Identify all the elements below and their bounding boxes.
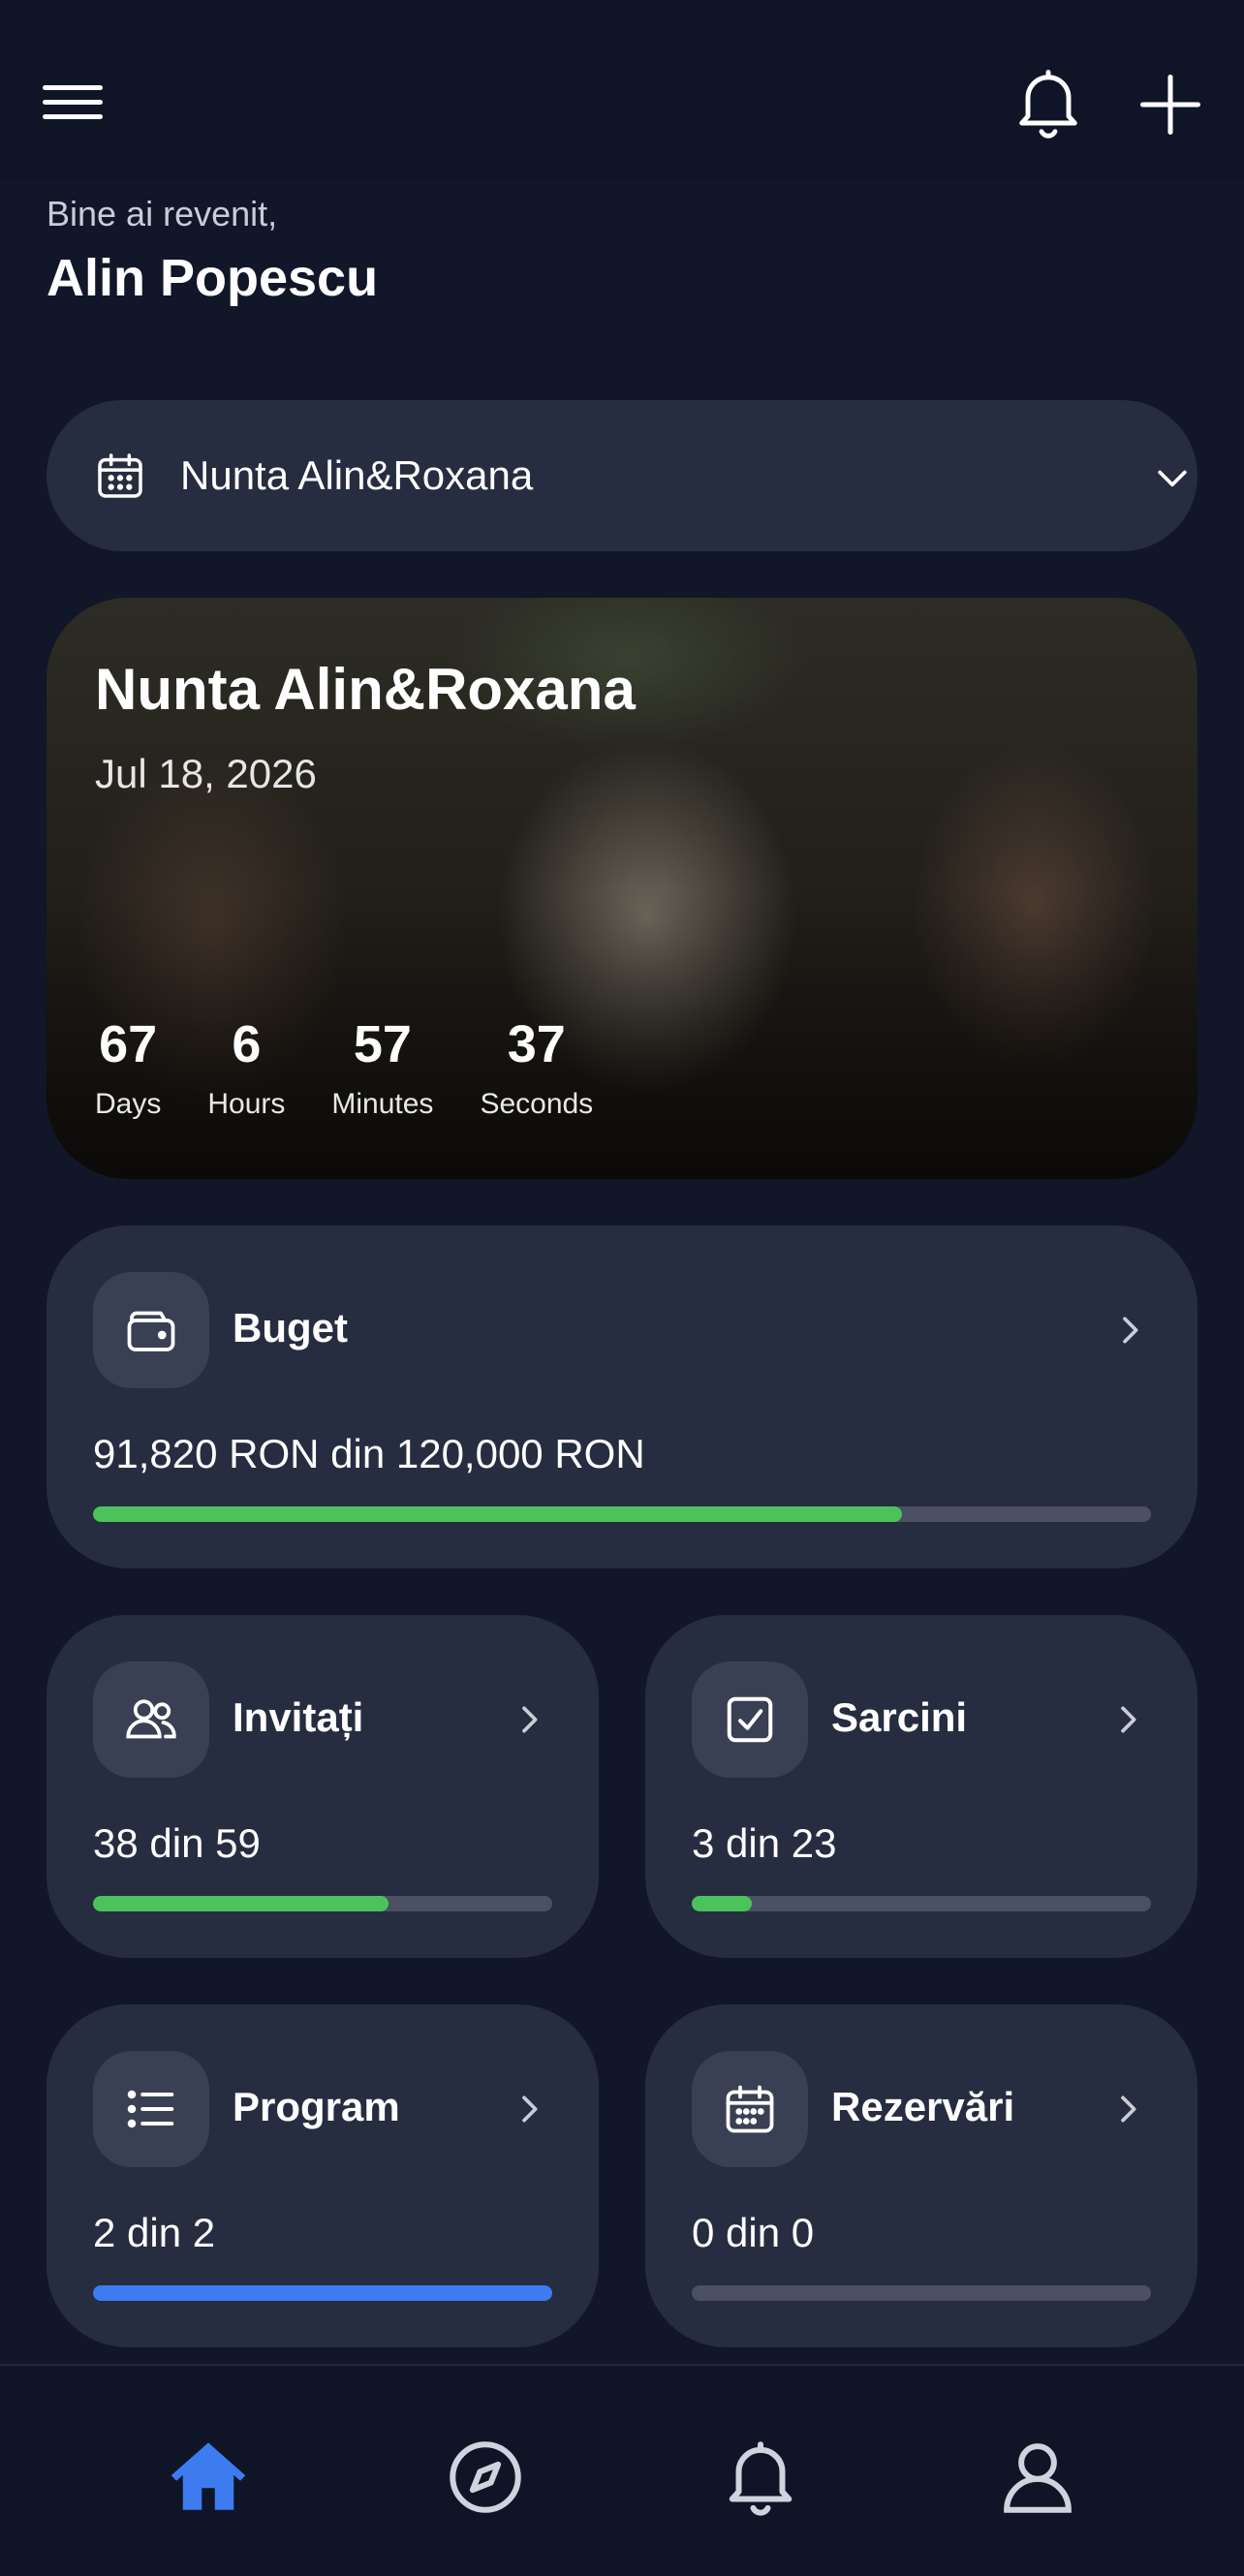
countdown-seconds: 37 Seconds	[480, 1014, 593, 1121]
countdown-label: Seconds	[480, 1088, 594, 1120]
tasks-value: 3 din 23	[692, 1820, 837, 1866]
countdown-label: Hours	[207, 1088, 286, 1120]
plus-icon[interactable]	[1134, 68, 1207, 141]
countdown-days: 67 Days	[95, 1014, 161, 1121]
chevron-right-icon	[1123, 1317, 1138, 1344]
guests-title: Invitați	[233, 1694, 364, 1740]
budget-value: 91,820 RON din 120,000 RON	[93, 1431, 645, 1476]
tasks-card[interactable]: Sarcini 3 din 23	[645, 1615, 1197, 1958]
countdown-value: 67	[99, 1015, 158, 1073]
users-icon	[126, 1699, 176, 1739]
hero-event-title: Nunta Alin&Roxana	[95, 657, 636, 722]
tasks-progress-bar	[692, 1896, 1151, 1911]
tasks-title: Sarcini	[831, 1694, 968, 1740]
budget-progress-fill	[93, 1506, 903, 1522]
user-icon	[1004, 2443, 1072, 2513]
chevron-right-icon	[1121, 2095, 1136, 2123]
program-card[interactable]: Program 2 din 2	[47, 2004, 599, 2347]
calendar-grid-icon	[726, 2085, 774, 2133]
event-selector-dropdown[interactable]: Nunta Alin&Roxana	[47, 400, 1197, 551]
hamburger-menu-icon[interactable]	[39, 78, 107, 126]
budget-progress-bar	[93, 1506, 1151, 1522]
home-icon	[171, 2442, 246, 2510]
reservations-title: Rezervări	[831, 2084, 1015, 2129]
reservations-card[interactable]: Rezervări 0 din 0	[645, 2004, 1197, 2347]
hero-event-date: Jul 18, 2026	[95, 751, 317, 796]
reservations-value: 0 din 0	[692, 2210, 815, 2255]
guests-progress-bar	[93, 1896, 552, 1911]
guests-progress-fill	[93, 1896, 389, 1911]
chevron-right-icon	[522, 1706, 538, 1733]
nav-notifications[interactable]	[717, 2434, 804, 2521]
program-progress-bar	[93, 2285, 552, 2301]
countdown-label: Days	[95, 1088, 162, 1120]
guests-card[interactable]: Invitați 38 din 59	[47, 1615, 599, 1958]
countdown-value: 57	[353, 1015, 412, 1073]
welcome-subtitle: Bine ai revenit,	[47, 194, 278, 233]
user-name: Alin Popescu	[47, 249, 379, 307]
budget-icon-box	[93, 1272, 209, 1388]
guests-icon-box	[93, 1661, 209, 1778]
bell-icon[interactable]	[1008, 62, 1089, 143]
program-title: Program	[233, 2084, 400, 2129]
nav-home[interactable]	[165, 2434, 252, 2521]
guests-value: 38 din 59	[93, 1820, 261, 1866]
nav-profile[interactable]	[994, 2434, 1081, 2521]
chevron-right-icon	[522, 2095, 538, 2123]
event-hero-card[interactable]: Nunta Alin&Roxana Jul 18, 2026 67 Days 6…	[47, 598, 1197, 1179]
chevron-down-icon	[1158, 470, 1187, 487]
tasks-icon-box	[692, 1661, 808, 1778]
countdown-value: 37	[507, 1015, 566, 1073]
bottom-navigation	[0, 2364, 1244, 2576]
countdown-hours: 6 Hours	[207, 1014, 285, 1121]
calendar-icon	[98, 453, 142, 498]
program-progress-fill	[93, 2285, 552, 2301]
countdown-minutes: 57 Minutes	[331, 1014, 433, 1121]
compass-icon	[450, 2441, 521, 2513]
tasks-progress-fill	[692, 1896, 752, 1911]
nav-explore[interactable]	[442, 2434, 529, 2521]
countdown-timer: 67 Days 6 Hours 57 Minutes 37 Seconds	[95, 1014, 639, 1121]
selected-event-label: Nunta Alin&Roxana	[180, 452, 534, 498]
checkbox-icon	[727, 1696, 773, 1743]
budget-title: Buget	[233, 1305, 348, 1350]
countdown-label: Minutes	[331, 1088, 434, 1120]
bell-icon	[729, 2441, 793, 2516]
chevron-right-icon	[1121, 1706, 1136, 1733]
program-value: 2 din 2	[93, 2210, 216, 2255]
program-icon-box	[93, 2051, 209, 2167]
list-icon	[127, 2090, 174, 2128]
top-bar	[0, 0, 1244, 180]
countdown-value: 6	[232, 1015, 262, 1073]
wallet-icon	[127, 1311, 175, 1351]
reservations-progress-bar	[692, 2285, 1151, 2301]
app-screen: Bine ai revenit, Alin Popescu Nunta Alin…	[0, 0, 1244, 2576]
reservations-icon-box	[692, 2051, 808, 2167]
budget-card[interactable]: Buget 91,820 RON din 120,000 RON	[47, 1226, 1197, 1568]
